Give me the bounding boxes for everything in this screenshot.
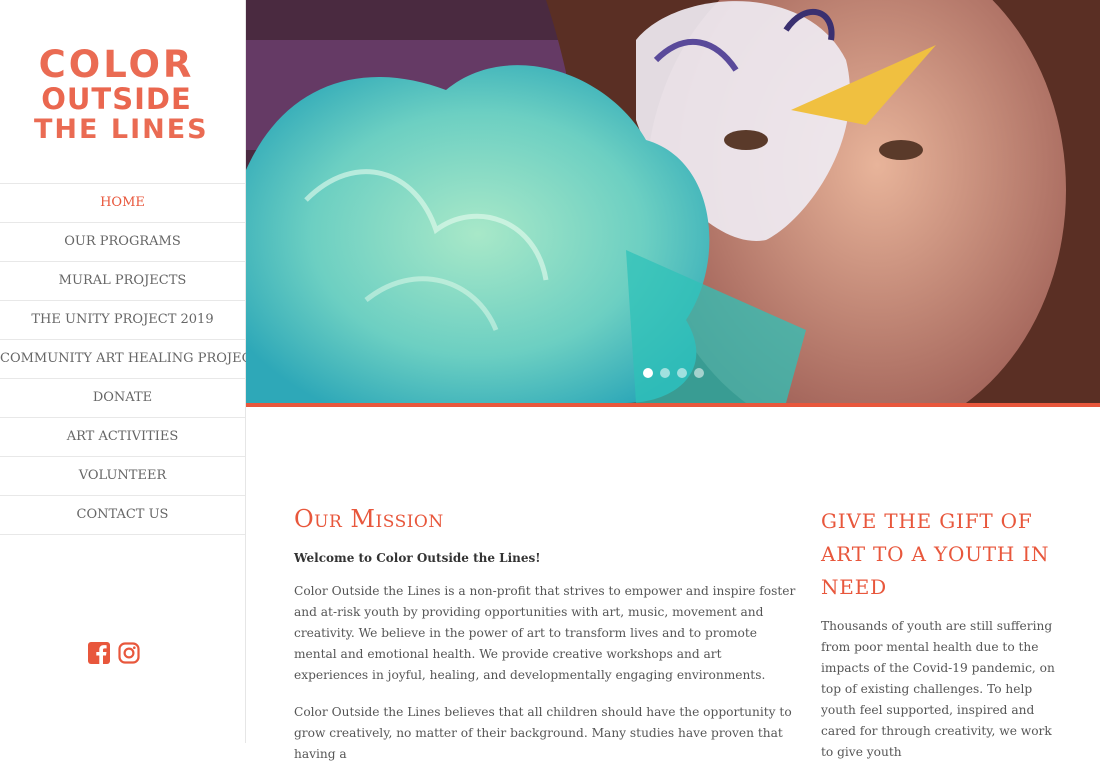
hero-accent-bar bbox=[246, 403, 1100, 407]
nav-item-contact-us[interactable]: CONTACT US bbox=[0, 495, 245, 535]
nav-item-volunteer[interactable]: VOLUNTEER bbox=[0, 456, 245, 495]
logo-line-3: THE LINES bbox=[34, 114, 209, 145]
slider-dot[interactable] bbox=[643, 368, 653, 378]
nav-item-home[interactable]: HOME bbox=[0, 183, 245, 222]
gift-section: GIVE THE GIFT OF ART TO A YOUTH IN NEED … bbox=[821, 505, 1066, 763]
slider-dots bbox=[643, 368, 704, 378]
sidebar: COLOR OUTSIDE THE LINES HOME OUR PROGRAM… bbox=[0, 0, 269, 743]
nav-item-unity-project[interactable]: THE UNITY PROJECT 2019 bbox=[0, 300, 245, 339]
mission-section: Our Mission Welcome to Color Outside the… bbox=[294, 505, 799, 765]
hero-image bbox=[246, 0, 1100, 403]
slider-dot[interactable] bbox=[677, 368, 687, 378]
hero-slider[interactable] bbox=[246, 0, 1100, 403]
nav-item-donate[interactable]: DONATE bbox=[0, 378, 245, 417]
site-logo[interactable]: COLOR OUTSIDE THE LINES bbox=[34, 43, 209, 145]
nav-item-art-activities[interactable]: ART ACTIVITIES bbox=[0, 417, 245, 456]
slider-dot[interactable] bbox=[660, 368, 670, 378]
facebook-icon[interactable] bbox=[88, 642, 110, 668]
gift-title: GIVE THE GIFT OF ART TO A YOUTH IN NEED bbox=[821, 509, 1050, 599]
nav-item-community-art-healing[interactable]: COMMUNITY ART HEALING PROJECTS bbox=[0, 339, 269, 378]
nav-item-mural-projects[interactable]: MURAL PROJECTS bbox=[0, 261, 245, 300]
social-links bbox=[88, 642, 140, 668]
instagram-icon[interactable] bbox=[118, 642, 140, 668]
main-nav: HOME OUR PROGRAMS MURAL PROJECTS THE UNI… bbox=[0, 183, 269, 535]
gift-body: Thousands of youth are still suffering f… bbox=[821, 619, 1055, 759]
mission-title: Our Mission bbox=[294, 505, 444, 533]
logo-line-2: OUTSIDE bbox=[41, 82, 192, 116]
mission-welcome: Welcome to Color Outside the Lines! bbox=[294, 551, 541, 565]
slider-dot[interactable] bbox=[694, 368, 704, 378]
logo-line-1: COLOR bbox=[38, 43, 195, 86]
mission-paragraph-1: Color Outside the Lines is a non-profit … bbox=[294, 584, 796, 682]
nav-item-our-programs[interactable]: OUR PROGRAMS bbox=[0, 222, 245, 261]
mission-paragraph-2: Color Outside the Lines believes that al… bbox=[294, 705, 792, 761]
